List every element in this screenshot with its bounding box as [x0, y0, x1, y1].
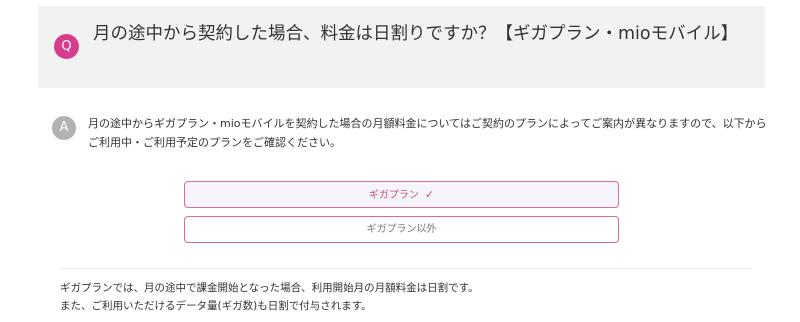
divider [60, 268, 750, 269]
tab-other-plans[interactable]: ギガプラン以外 [184, 216, 619, 243]
detail-line-2: また、ご利用いただけるデータ量(ギガ数)も日割で付与されます。 [60, 300, 372, 312]
detail-line-1: ギガプランでは、月の途中で課金開始となった場合、利用開始月の月額料金は日割です。 [60, 282, 479, 294]
answer-intro: 月の途中からギガプラン・mioモバイルを契約した場合の月額料金についてはご契約の… [88, 117, 767, 149]
question-badge: Q [54, 34, 79, 59]
check-icon: ✓ [424, 188, 435, 201]
tab-giga-plan[interactable]: ギガプラン ✓ [184, 181, 619, 208]
question-title: 月の途中から契約した場合、料金は日割りですか？【ギガプラン・mioモバイル】 [93, 24, 739, 44]
answer-badge: A [52, 116, 76, 140]
tab-giga-plan-label: ギガプラン [368, 190, 419, 201]
question-header: Q 月の途中から契約した場合、料金は日割りですか？【ギガプラン・mioモバイル】 [38, 6, 765, 88]
plan-detail: ギガプランでは、月の途中で課金開始となった場合、利用開始月の月額料金は日割です。… [60, 279, 760, 315]
tab-other-plans-label: ギガプラン以外 [366, 224, 437, 235]
